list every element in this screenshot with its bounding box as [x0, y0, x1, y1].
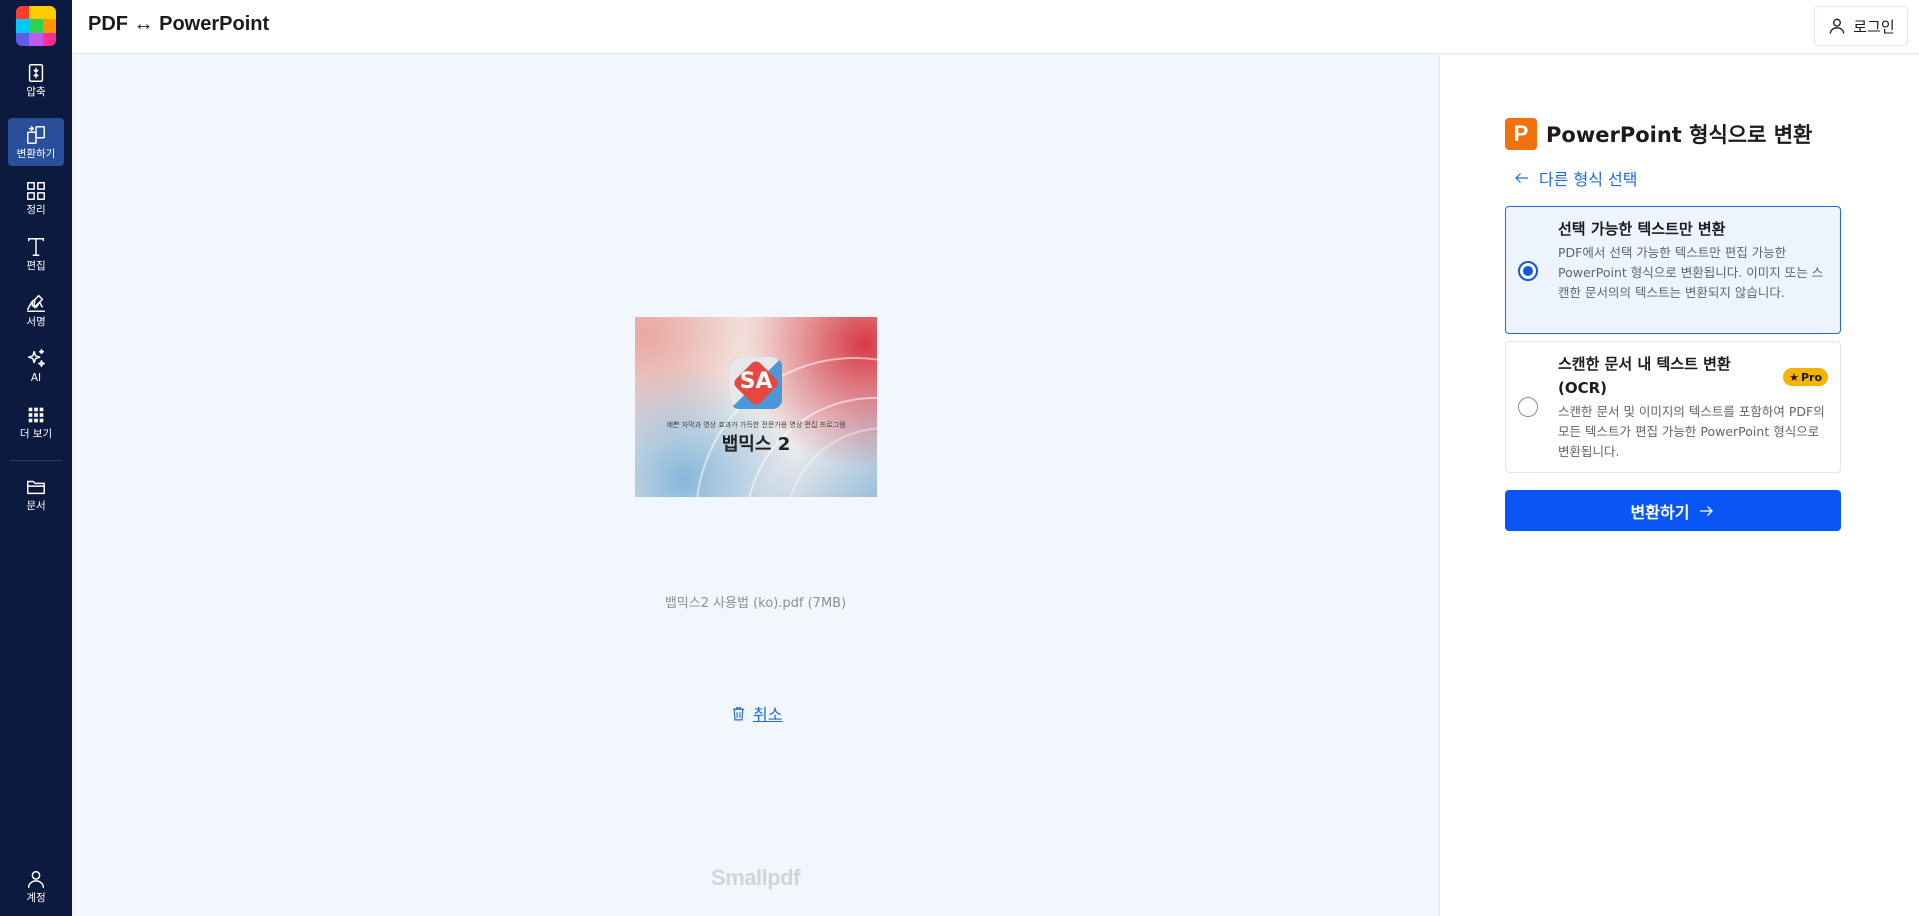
arrow-left-icon: [1515, 173, 1528, 183]
smallpdf-logo[interactable]: [16, 6, 56, 46]
login-label: 로그인: [1853, 17, 1895, 36]
sidebar-label: 압축: [26, 86, 46, 98]
logo-tile: [42, 6, 56, 20]
option-description: PDF에서 선택 가능한 텍스트만 편집 가능한 PowerPoint 형식으로…: [1558, 245, 1824, 300]
logo-tile: [16, 19, 30, 33]
compress-icon: [28, 64, 44, 82]
sidebar-item-convert[interactable]: 변환하기: [8, 118, 64, 166]
scrollbar[interactable]: [1907, 55, 1919, 916]
radio-selectable-text[interactable]: [1518, 261, 1538, 281]
signature-icon: [27, 294, 45, 312]
choose-other-format-link[interactable]: 다른 형식 선택: [1513, 166, 1638, 190]
convert-button[interactable]: 변환하기: [1505, 490, 1841, 531]
pdf-thumbnail: SA 예쁜 자막과 영상 효과가 가득한 전문가용 영상 편집 프로그램 뱁믹스…: [635, 317, 877, 497]
pro-badge: ★ Pro: [1783, 368, 1828, 386]
cancel-label: 취소: [753, 705, 783, 724]
option-selectable-text[interactable]: 선택 가능한 텍스트만 변환 PDF에서 선택 가능한 텍스트만 편집 가능한 …: [1505, 206, 1841, 334]
sidebar-label: 변환하기: [16, 148, 56, 160]
logo-tile: [42, 32, 56, 46]
sidebar-label: 더 보기: [19, 428, 53, 440]
thumbnail-caption: 예쁜 자막과 영상 효과가 가득한 전문가용 영상 편집 프로그램: [666, 421, 846, 429]
sidebar-item-compress[interactable]: 압축: [8, 56, 64, 104]
file-preview-area: SA 예쁜 자막과 영상 효과가 가득한 전문가용 영상 편집 프로그램 뱁믹스…: [72, 55, 1439, 916]
top-header: PDF ↔ PowerPoint 로그인: [72, 0, 1919, 54]
sidebar-item-documents[interactable]: 문서: [8, 470, 64, 518]
sidebar: 압축 변환하기 정리 편집 서명 AI 더 보기 문서 계정: [0, 0, 72, 916]
logo-tile: [29, 6, 43, 20]
sidebar-item-account[interactable]: 계정: [8, 862, 64, 910]
sidebar-item-more[interactable]: 더 보기: [8, 398, 64, 446]
powerpoint-icon: P: [1505, 118, 1537, 150]
apps-icon: [28, 407, 44, 423]
sparkle-icon: [27, 349, 45, 368]
user-icon: [1829, 18, 1845, 34]
thumbnail-title: 뱁믹스 2: [721, 434, 791, 455]
option-title: 선택 가능한 텍스트만 변환: [1558, 220, 1726, 238]
sidebar-label: 편집: [26, 260, 46, 272]
logo-tile: [16, 32, 30, 46]
arrow-right-icon: [1700, 505, 1714, 516]
folder-icon: [27, 480, 45, 495]
sidebar-item-organize[interactable]: 정리: [8, 174, 64, 222]
sidebar-item-ai[interactable]: AI: [8, 342, 64, 390]
sidebar-label: 정리: [26, 204, 46, 216]
sidebar-divider: [10, 460, 62, 461]
convert-icon: [27, 126, 45, 144]
login-button[interactable]: 로그인: [1814, 6, 1908, 46]
convert-button-label: 변환하기: [1630, 502, 1690, 522]
vapmix-app-icon: SA: [730, 357, 782, 409]
trash-icon: [732, 706, 745, 720]
sidebar-item-edit[interactable]: 편집: [8, 230, 64, 278]
option-description: 스캔한 문서 및 이미지의 텍스트를 포함하여 PDF의 모든 텍스트가 편집 …: [1558, 404, 1825, 459]
sidebar-label: 문서: [26, 500, 46, 512]
sidebar-label: AI: [30, 372, 42, 384]
sidebar-label: 서명: [26, 316, 46, 328]
panel-header: P PowerPoint 형식으로 변환: [1505, 118, 1812, 150]
page-title: PDF ↔ PowerPoint: [88, 13, 270, 35]
panel-title: PowerPoint 형식으로 변환: [1546, 123, 1813, 147]
cancel-button[interactable]: 취소: [730, 701, 782, 725]
sidebar-item-sign[interactable]: 서명: [8, 286, 64, 334]
sidebar-label: 계정: [26, 892, 46, 904]
text-edit-icon: [27, 238, 45, 256]
logo-tile: [29, 19, 43, 33]
radio-ocr[interactable]: [1518, 397, 1538, 417]
conversion-options-panel: P PowerPoint 형식으로 변환 다른 형식 선택 선택 가능한 텍스트…: [1439, 55, 1907, 916]
logo-tile: [29, 32, 43, 46]
pro-badge-label: Pro: [1800, 370, 1822, 384]
logo-tile: [42, 19, 56, 33]
file-name-size: 뱁믹스2 사용법 (ko).pdf (7MB): [664, 596, 847, 611]
account-icon: [27, 870, 45, 888]
smallpdf-watermark: Smallpdf: [711, 865, 800, 890]
back-link-label: 다른 형식 선택: [1539, 170, 1638, 189]
option-title: 스캔한 문서 내 텍스트 변환 (OCR): [1558, 355, 1731, 397]
option-ocr[interactable]: 스캔한 문서 내 텍스트 변환 (OCR) ★ Pro 스캔한 문서 및 이미지의…: [1505, 341, 1841, 473]
grid-icon: [27, 182, 45, 200]
star-icon: ★: [1789, 370, 1799, 384]
logo-tile: [16, 6, 30, 20]
